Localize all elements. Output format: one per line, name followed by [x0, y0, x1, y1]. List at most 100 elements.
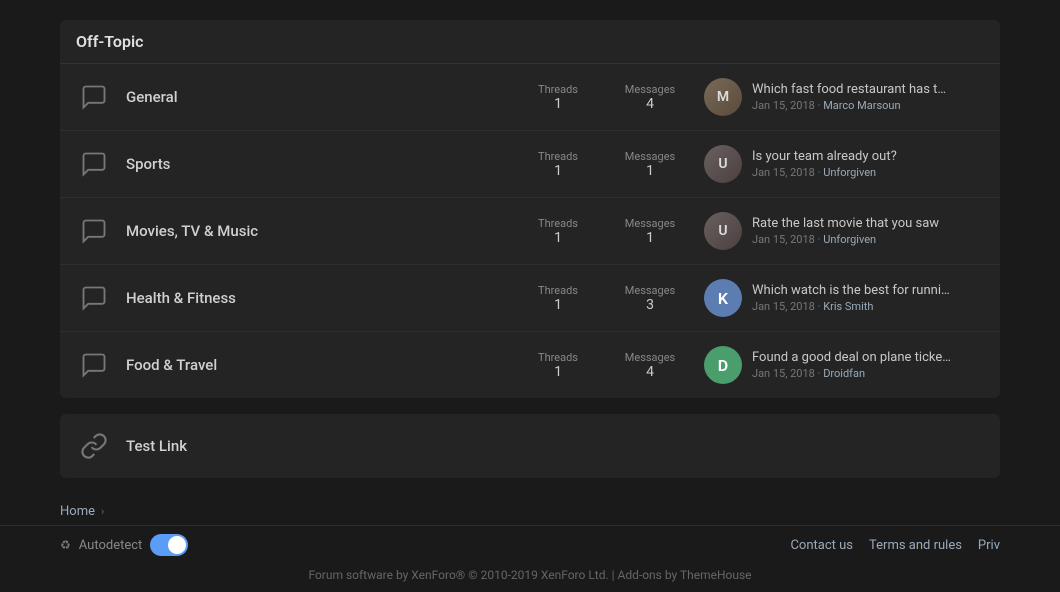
- messages-label: Messages: [620, 217, 680, 230]
- threads-value: 1: [528, 163, 588, 179]
- post-title-general: Which fast food restaurant has the ...: [752, 82, 952, 97]
- breadcrumb-home[interactable]: Home: [60, 504, 95, 519]
- autodetect-toggle[interactable]: [150, 534, 188, 556]
- forum-stats-movies: Threads1Messages1: [528, 217, 680, 246]
- forum-list: GeneralThreads1Messages4M Which fast foo…: [60, 64, 1000, 398]
- latest-post-sports: U Is your team already out? Jan 15, 2018…: [704, 145, 984, 183]
- threads-value: 1: [528, 96, 588, 112]
- terms-link[interactable]: Terms and rules: [869, 538, 962, 553]
- post-author-sports: Unforgiven: [823, 166, 876, 179]
- forum-icon-food: [76, 347, 112, 383]
- threads-block-movies: Threads1: [528, 217, 588, 246]
- post-meta-general: Jan 15, 2018 · Marco Marsoun: [752, 99, 984, 112]
- autodetect-area: ♻ Autodetect: [60, 534, 188, 556]
- messages-value: 3: [620, 297, 680, 313]
- breadcrumb-separator: ›: [101, 505, 104, 518]
- avatar-general: M: [704, 78, 742, 116]
- messages-label: Messages: [620, 150, 680, 163]
- forum-row-health[interactable]: Health & FitnessThreads1 Messages3 K Which…: [60, 265, 1000, 332]
- threads-label: Threads: [528, 351, 588, 364]
- forum-icon-general: [76, 79, 112, 115]
- footer-links: Contact us Terms and rules Priv: [790, 538, 1000, 553]
- forum-row-movies[interactable]: Movies, TV & MusicThreads1Messages1U Rat…: [60, 198, 1000, 265]
- messages-label: Messages: [620, 284, 680, 297]
- post-meta-health: Jan 15, 2018 · Kris Smith: [752, 300, 984, 313]
- threads-value: 1: [528, 297, 588, 313]
- forum-icon-movies: [76, 213, 112, 249]
- post-meta-food: Jan 15, 2018 · Droidfan: [752, 367, 984, 380]
- threads-value: 1: [528, 364, 588, 380]
- messages-value: 1: [620, 230, 680, 246]
- post-info-food: Found a good deal on plane tickets... Ja…: [752, 350, 984, 380]
- post-title-sports: Is your team already out?: [752, 149, 952, 164]
- forum-name-movies: Movies, TV & Music: [126, 222, 528, 240]
- post-author-food: Droidfan: [823, 367, 865, 380]
- threads-label: Threads: [528, 83, 588, 96]
- messages-block-movies: Messages1: [620, 217, 680, 246]
- autodetect-icon: ♻: [60, 538, 71, 552]
- post-author-movies: Unforgiven: [823, 233, 876, 246]
- post-meta-sports: Jan 15, 2018 · Unforgiven: [752, 166, 984, 179]
- avatar-movies: U: [704, 212, 742, 250]
- footer-copyright: Forum software by XenForo® © 2010-2019 X…: [0, 564, 1060, 592]
- messages-label: Messages: [620, 83, 680, 96]
- threads-value: 1: [528, 230, 588, 246]
- post-info-health: Which watch is the best for running? Jan…: [752, 283, 984, 313]
- messages-block-health: Messages3: [620, 284, 680, 313]
- messages-value: 1: [620, 163, 680, 179]
- threads-block-general: Threads1: [528, 83, 588, 112]
- avatar-food: D: [704, 346, 742, 384]
- forum-row-food[interactable]: Food & TravelThreads1 Messages4 D Found a …: [60, 332, 1000, 398]
- off-topic-section: Off-Topic GeneralThreads1Messages4M Whic…: [60, 20, 1000, 398]
- latest-post-general: M Which fast food restaurant has the ...…: [704, 78, 984, 116]
- messages-block-general: Messages4: [620, 83, 680, 112]
- avatar-health: K: [704, 279, 742, 317]
- forum-stats-general: Threads1 Messages4: [528, 83, 680, 112]
- footer-bottom: ♻ Autodetect Contact us Terms and rules …: [0, 525, 1060, 564]
- autodetect-label: Autodetect: [79, 538, 143, 553]
- link-icon: [76, 428, 112, 464]
- threads-block-food: Threads1: [528, 351, 588, 380]
- forum-row-sports[interactable]: SportsThreads1Messages1U Is your team al…: [60, 131, 1000, 198]
- messages-block-sports: Messages1: [620, 150, 680, 179]
- messages-value: 4: [620, 364, 680, 380]
- post-author-general: Marco Marsoun: [823, 99, 900, 112]
- toggle-knob: [168, 536, 186, 554]
- post-title-health: Which watch is the best for running?: [752, 283, 952, 298]
- section-title: Off-Topic: [76, 32, 143, 51]
- latest-post-food: D Found a good deal on plane tickets... …: [704, 346, 984, 384]
- messages-value: 4: [620, 96, 680, 112]
- forum-name-food: Food & Travel: [126, 356, 528, 374]
- forum-stats-food: Threads1 Messages4: [528, 351, 680, 380]
- main-container: Off-Topic GeneralThreads1Messages4M Whic…: [0, 0, 1060, 478]
- post-title-food: Found a good deal on plane tickets...: [752, 350, 952, 365]
- threads-block-health: Threads1: [528, 284, 588, 313]
- threads-block-sports: Threads1: [528, 150, 588, 179]
- breadcrumb: Home ›: [0, 494, 1060, 525]
- test-link-name: Test Link: [126, 437, 984, 455]
- contact-us-link[interactable]: Contact us: [790, 538, 853, 553]
- forum-stats-sports: Threads1Messages1: [528, 150, 680, 179]
- test-link-section: Test Link: [60, 414, 1000, 478]
- messages-block-food: Messages4: [620, 351, 680, 380]
- threads-label: Threads: [528, 284, 588, 297]
- post-info-sports: Is your team already out? Jan 15, 2018 ·…: [752, 149, 984, 179]
- test-link-row[interactable]: Test Link: [60, 414, 1000, 478]
- post-title-movies: Rate the last movie that you saw: [752, 216, 952, 231]
- forum-name-sports: Sports: [126, 155, 528, 173]
- threads-label: Threads: [528, 150, 588, 163]
- threads-label: Threads: [528, 217, 588, 230]
- latest-post-movies: U Rate the last movie that you saw Jan 1…: [704, 212, 984, 250]
- forum-stats-health: Threads1 Messages3: [528, 284, 680, 313]
- forum-row-general[interactable]: GeneralThreads1 Messages4 M Which fast foo…: [60, 64, 1000, 131]
- post-meta-movies: Jan 15, 2018 · Unforgiven: [752, 233, 984, 246]
- post-author-health: Kris Smith: [823, 300, 873, 313]
- forum-name-general: General: [126, 88, 528, 106]
- post-info-general: Which fast food restaurant has the ... J…: [752, 82, 984, 112]
- messages-label: Messages: [620, 351, 680, 364]
- post-info-movies: Rate the last movie that you saw Jan 15,…: [752, 216, 984, 246]
- forum-icon-sports: [76, 146, 112, 182]
- forum-name-health: Health & Fitness: [126, 289, 528, 307]
- avatar-sports: U: [704, 145, 742, 183]
- privacy-link[interactable]: Priv: [978, 538, 1000, 553]
